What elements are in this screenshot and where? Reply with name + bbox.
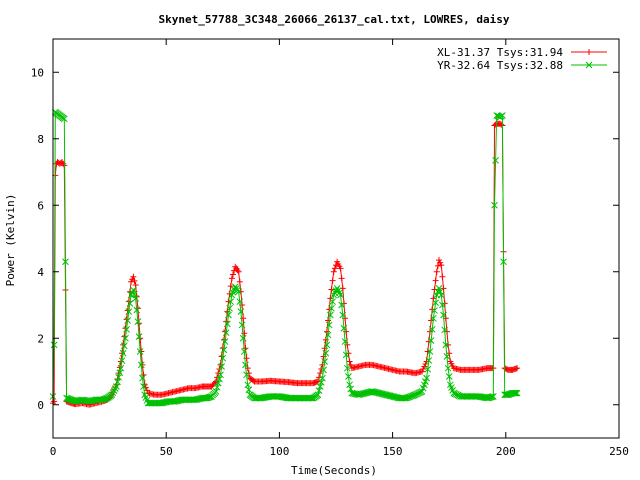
x-axis-label: Time(Seconds) [291,464,377,477]
y-tick-label: 8 [37,133,44,146]
x-tick-label: 250 [609,445,629,458]
x-tick-label: 200 [496,445,516,458]
legend-label: XL-31.37 Tsys:31.94 [437,46,563,59]
chart-title: Skynet_57788_3C348_26066_26137_cal.txt, … [159,13,510,26]
y-tick-label: 6 [37,199,44,212]
y-tick-label: 0 [37,399,44,412]
y-tick-label: 4 [37,266,44,279]
legend-label: YR-32.64 Tsys:32.88 [437,59,563,72]
y-tick-label: 2 [37,332,44,345]
x-tick-label: 0 [50,445,57,458]
y-tick-label: 10 [31,66,44,79]
chart-background [0,0,640,480]
y-axis-label: Power (Kelvin) [4,194,17,287]
x-tick-label: 100 [269,445,289,458]
x-tick-label: 50 [160,445,173,458]
x-tick-label: 150 [383,445,403,458]
chart-svg: Skynet_57788_3C348_26066_26137_cal.txt, … [0,0,640,480]
